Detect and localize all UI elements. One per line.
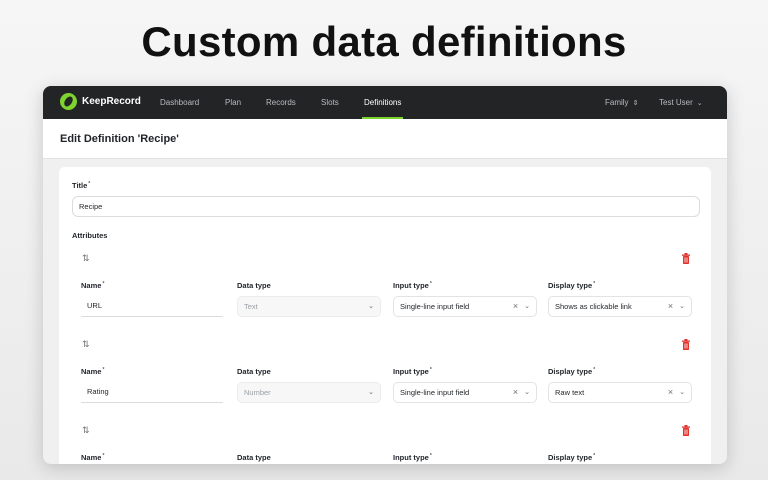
family-switcher[interactable]: Family ⇕ [605, 86, 638, 119]
app-window: KeepRecord Dashboard Plan Records Slots … [43, 86, 727, 464]
updown-icon: ⇕ [632, 100, 639, 107]
logo-icon [60, 93, 77, 110]
nav-slots[interactable]: Slots [321, 86, 339, 119]
chevron-down-icon[interactable]: ⌄ [524, 297, 530, 316]
chevron-down-icon[interactable]: ⌄ [679, 383, 685, 402]
user-menu[interactable]: Test User ⌄ [659, 86, 703, 119]
trash-icon[interactable] [681, 339, 691, 350]
display-type-value: Shows as clickable link [555, 302, 632, 311]
definition-form: Title* Recipe Attributes ⇅ Name* Data ty… [59, 167, 711, 464]
nav-dashboard[interactable]: Dashboard [160, 86, 199, 119]
chevron-down-icon: ⌄ [696, 100, 703, 107]
data-type-value: Number [244, 388, 271, 397]
display-type-value: Raw text [555, 388, 585, 397]
name-label: Name* [81, 367, 105, 376]
title-input[interactable]: Recipe [72, 196, 700, 217]
close-icon[interactable]: × [513, 383, 518, 402]
display-type-select[interactable]: Shows as clickable link × ⌄ [548, 296, 692, 317]
input-type-label: Input type* [393, 367, 432, 376]
page-header: Edit Definition 'Recipe' [43, 119, 727, 159]
chevron-down-icon: ⌄ [368, 303, 374, 310]
input-type-select[interactable]: Single-line input field × ⌄ [393, 382, 537, 403]
data-type-label: Data type [237, 453, 271, 462]
input-type-select[interactable]: Single-line input field × ⌄ [393, 296, 537, 317]
display-type-label: Display type* [548, 453, 596, 462]
data-type-select: Text ⌄ [237, 296, 381, 317]
logo-text: KeepRecord [82, 96, 141, 107]
data-type-value: Text [244, 302, 258, 311]
name-label: Name* [81, 281, 105, 290]
input-type-value: Single-line input field [400, 388, 470, 397]
data-type-select: Number ⌄ [237, 382, 381, 403]
attributes-label: Attributes [72, 231, 108, 240]
display-type-label: Display type* [548, 367, 596, 376]
chevron-down-icon: ⌄ [368, 389, 374, 396]
name-label: Name* [81, 453, 105, 462]
logo[interactable]: KeepRecord [60, 93, 141, 110]
sort-arrows-icon[interactable]: ⇅ [82, 253, 89, 264]
nav-records[interactable]: Records [266, 86, 296, 119]
display-type-label: Display type* [548, 281, 596, 290]
chevron-down-icon[interactable]: ⌄ [679, 297, 685, 316]
nav-plan[interactable]: Plan [225, 86, 241, 119]
attribute-name-input[interactable]: URL [81, 296, 223, 317]
trash-icon[interactable] [681, 425, 691, 436]
title-label: Title* [72, 181, 91, 190]
user-label: Test User [659, 98, 693, 107]
page-title: Edit Definition 'Recipe' [60, 132, 179, 145]
nav-definitions[interactable]: Definitions [361, 86, 404, 119]
hero-title: Custom data definitions [141, 18, 627, 65]
input-type-label: Input type* [393, 453, 432, 462]
close-icon[interactable]: × [668, 383, 673, 402]
data-type-label: Data type [237, 281, 271, 290]
display-type-select[interactable]: Raw text × ⌄ [548, 382, 692, 403]
top-navbar: KeepRecord Dashboard Plan Records Slots … [43, 86, 727, 119]
data-type-label: Data type [237, 367, 271, 376]
trash-icon[interactable] [681, 253, 691, 264]
chevron-down-icon[interactable]: ⌄ [524, 383, 530, 402]
close-icon[interactable]: × [513, 297, 518, 316]
close-icon[interactable]: × [668, 297, 673, 316]
attribute-name-input[interactable]: Rating [81, 382, 223, 403]
sort-arrows-icon[interactable]: ⇅ [82, 339, 89, 350]
input-type-value: Single-line input field [400, 302, 470, 311]
family-label: Family [605, 98, 629, 107]
input-type-label: Input type* [393, 281, 432, 290]
sort-arrows-icon[interactable]: ⇅ [82, 425, 89, 436]
